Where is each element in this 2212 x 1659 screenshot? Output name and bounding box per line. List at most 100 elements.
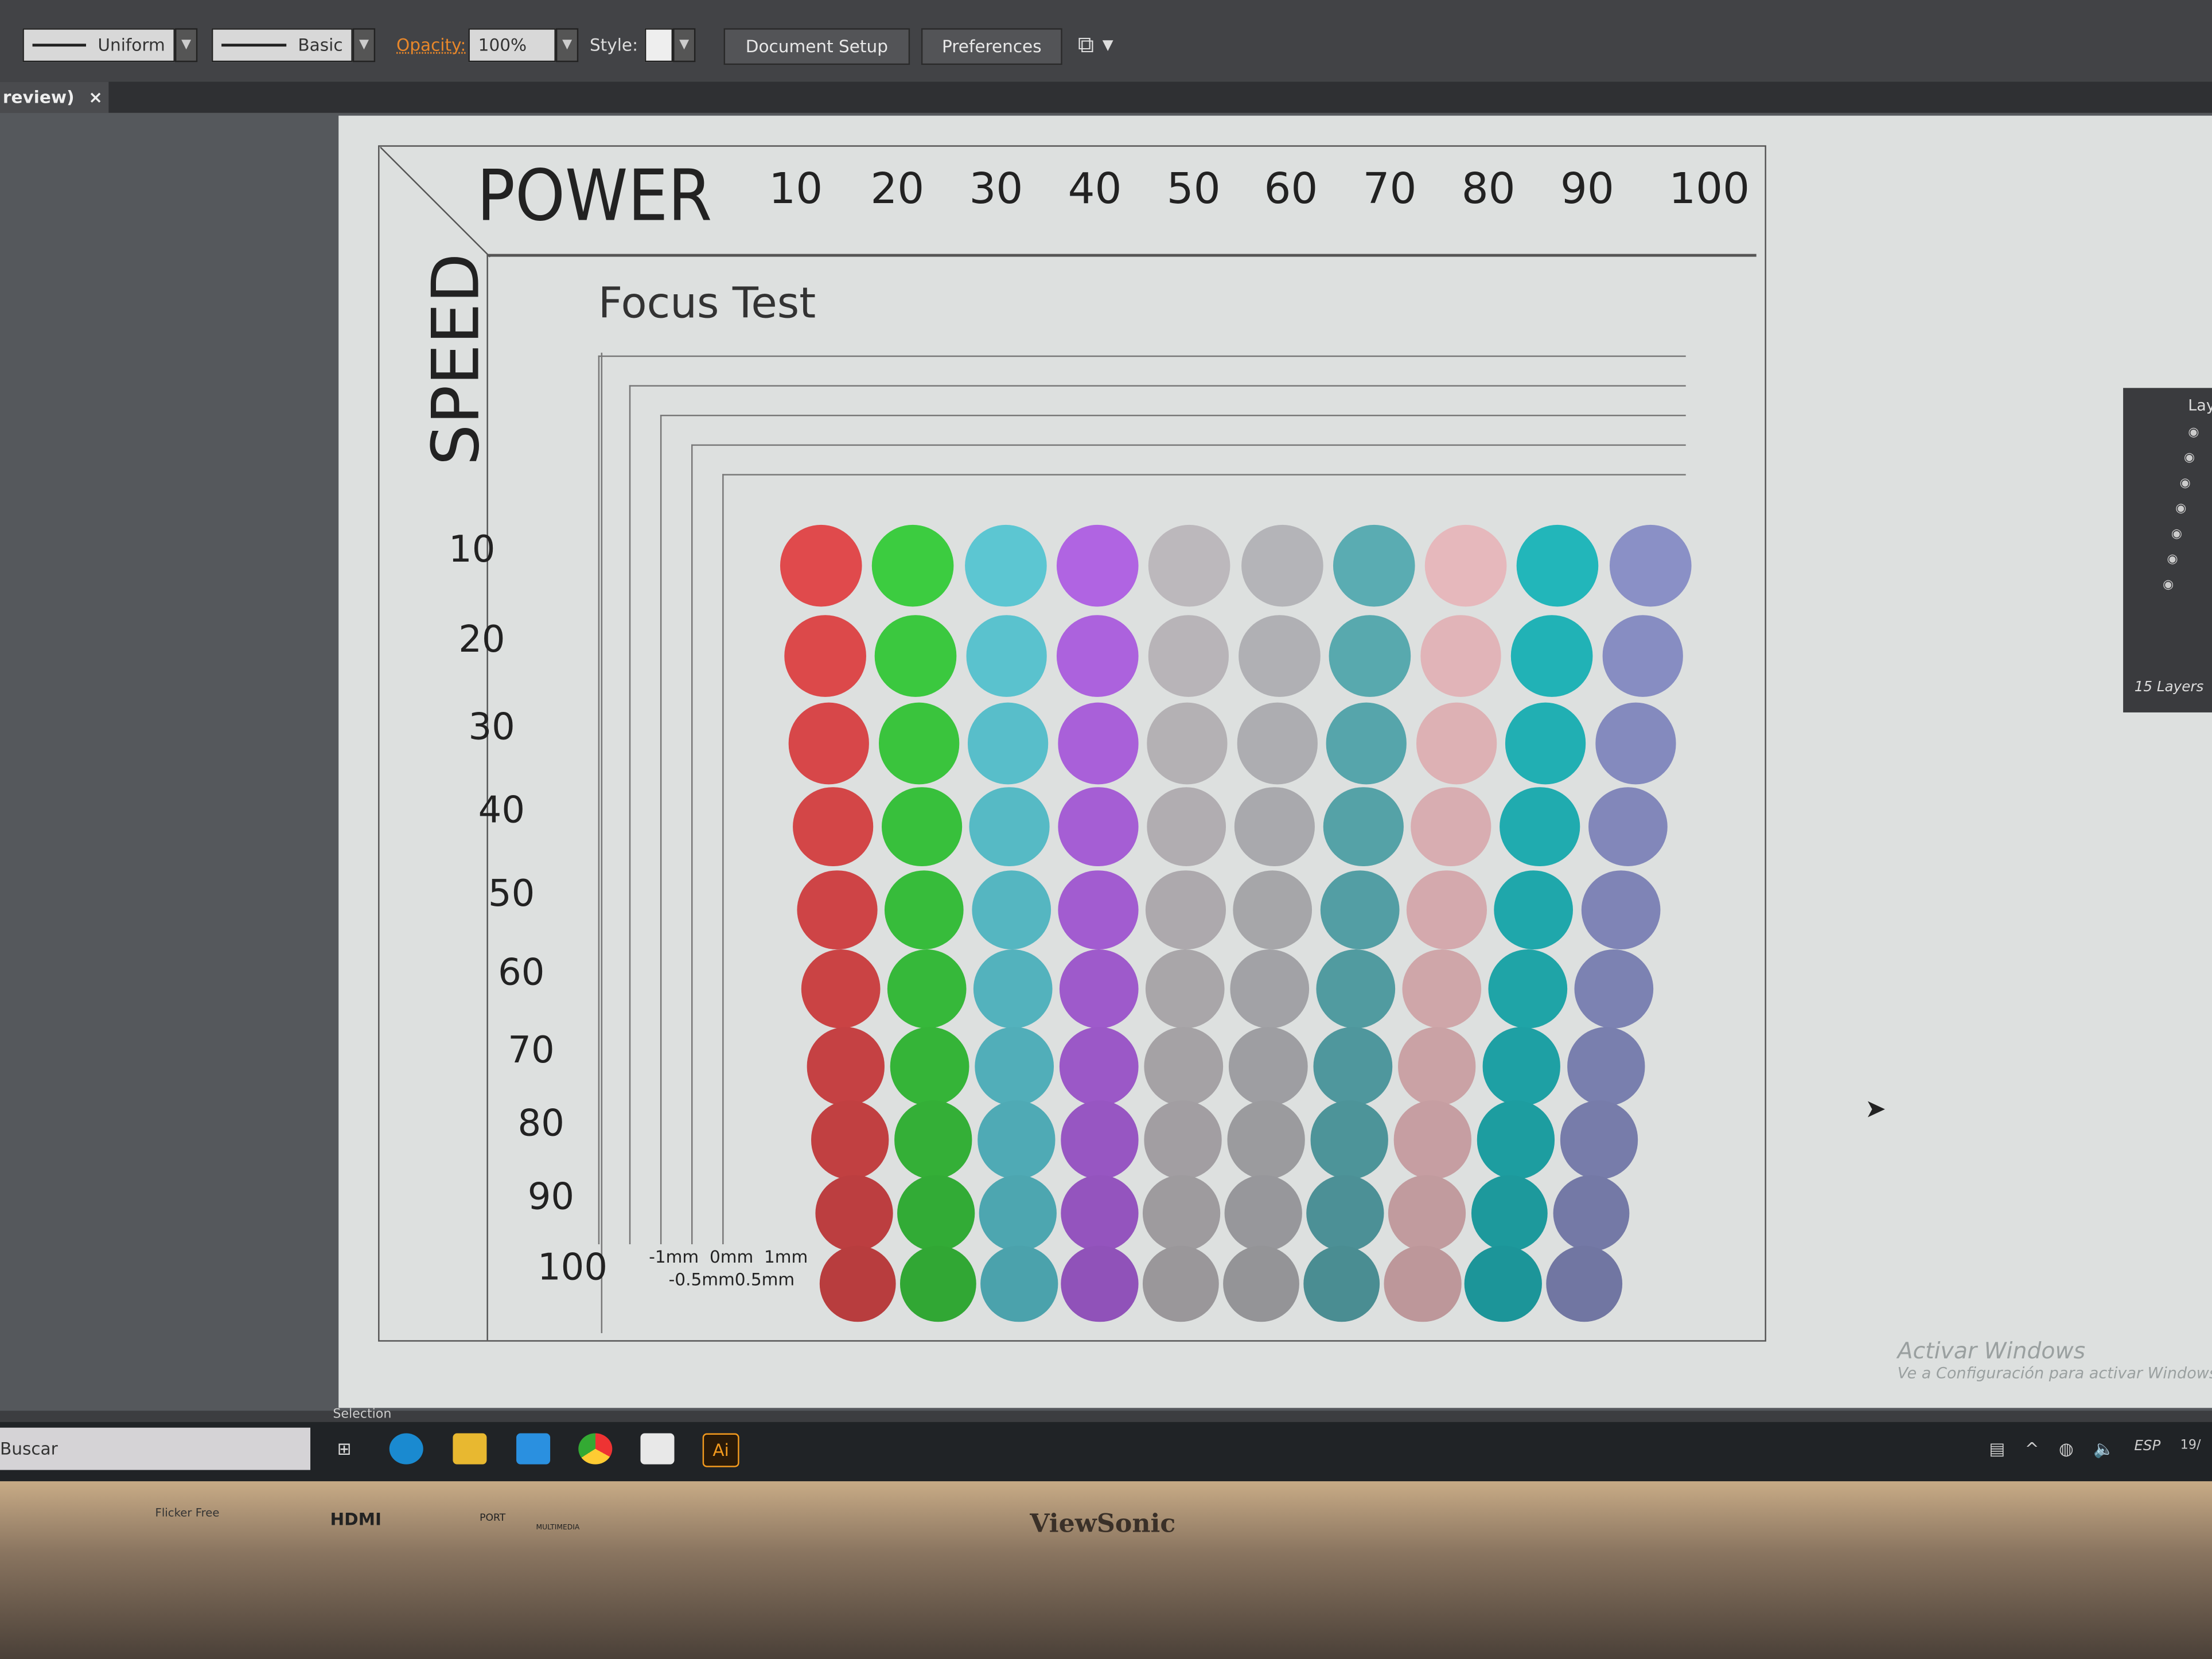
network-icon[interactable]: ◍ (2059, 1439, 2074, 1458)
illustrator-icon[interactable]: Ai (702, 1433, 739, 1467)
test-circle (1229, 1027, 1307, 1106)
stroke-profile-value: Uniform (98, 35, 165, 55)
speed-value: 90 (527, 1176, 575, 1219)
test-circle (968, 703, 1049, 784)
test-circle (1061, 1174, 1139, 1252)
test-circle (975, 1027, 1054, 1106)
layers-panel: Lay ◉ ◉ ◉ ◉ ◉ ◉ ◉ 15 Layers (2123, 388, 2212, 712)
close-icon[interactable]: × (88, 87, 103, 107)
file-explorer-icon[interactable] (453, 1433, 487, 1465)
chrome-icon[interactable] (578, 1433, 613, 1465)
test-circle (1313, 1027, 1392, 1106)
chevron-down-icon[interactable]: ▼ (352, 28, 376, 63)
store-icon[interactable] (640, 1433, 675, 1465)
style-select[interactable]: ▼ (644, 28, 696, 63)
test-circle (1567, 1027, 1645, 1106)
chevron-down-icon[interactable]: ▼ (673, 28, 696, 63)
chevron-up-icon[interactable]: ^ (2025, 1439, 2039, 1458)
test-circle (887, 949, 967, 1029)
test-circle (815, 1174, 893, 1252)
status-tool: Selection (333, 1408, 392, 1422)
test-circle (1056, 524, 1139, 607)
test-circle (1147, 703, 1228, 784)
focus-labels-top: -1mm 0mm 1mm (649, 1247, 808, 1267)
test-circle (872, 524, 955, 607)
test-circle (1060, 1027, 1139, 1106)
task-view-icon[interactable]: ⊞ (328, 1434, 361, 1465)
eye-icon[interactable]: ◉ (2179, 477, 2212, 491)
test-circle (1329, 615, 1411, 697)
header-divider (486, 254, 1757, 256)
stroke-profile-select[interactable]: Uniform ▼ (22, 28, 198, 63)
opacity-input[interactable]: 100% ▼ (468, 28, 579, 63)
news-icon[interactable]: ▤ (1989, 1439, 2005, 1458)
test-circle (969, 786, 1050, 867)
eye-icon[interactable]: ◉ (2163, 578, 2212, 593)
chevron-down-icon[interactable]: ▼ (174, 28, 198, 63)
test-circle (1319, 870, 1400, 950)
search-placeholder: Buscar (0, 1439, 58, 1459)
test-circle (980, 1245, 1058, 1322)
test-circle (819, 1245, 897, 1322)
focus-line (598, 355, 600, 1245)
test-circle (806, 1027, 885, 1106)
language-indicator[interactable]: ESP (2134, 1439, 2160, 1458)
search-box[interactable]: Buscar (0, 1427, 311, 1470)
style-label: Style: (589, 35, 638, 55)
speed-value: 70 (508, 1030, 555, 1072)
test-circle (784, 615, 866, 697)
test-circle (1143, 1101, 1222, 1179)
test-circle (793, 786, 874, 867)
brush-select[interactable]: Basic ▼ (211, 28, 376, 63)
layers-tab[interactable]: Lay (2123, 388, 2212, 415)
eye-icon[interactable]: ◉ (2188, 426, 2212, 441)
clock[interactable]: 19/ (2180, 1439, 2201, 1458)
test-circle (897, 1174, 975, 1252)
test-circle (1384, 1245, 1461, 1322)
eye-icon[interactable]: ◉ (2171, 528, 2212, 542)
test-circle (1505, 703, 1587, 784)
test-circle (1306, 1174, 1384, 1252)
focus-label: -1mm (649, 1247, 699, 1267)
eye-icon[interactable]: ◉ (2167, 553, 2212, 567)
focus-line (722, 474, 724, 1245)
power-value: 40 (1068, 165, 1122, 215)
test-circle (1517, 524, 1599, 607)
test-circle (966, 615, 1047, 697)
edge-icon[interactable] (389, 1433, 423, 1465)
test-circle (1609, 524, 1691, 607)
eye-icon[interactable]: ◉ (2175, 502, 2212, 516)
multimedia-logo: MULTIMEDIA (536, 1523, 580, 1532)
mouse-cursor-icon: ➤ (1865, 1095, 1887, 1124)
test-circle (1057, 703, 1139, 784)
test-circle (1058, 786, 1139, 867)
test-circle (977, 1101, 1055, 1179)
opacity-value[interactable]: 100% (468, 28, 556, 63)
speed-value: 50 (488, 873, 535, 916)
power-value: 90 (1560, 165, 1614, 215)
document-setup-button[interactable]: Document Setup (723, 28, 910, 65)
test-circle (1240, 524, 1323, 607)
system-tray: ▤ ^ ◍ 🔈 ESP 19/ (1989, 1439, 2201, 1458)
power-value: 80 (1461, 165, 1516, 215)
chevron-down-icon[interactable]: ▼ (555, 28, 579, 63)
watermark-title: Activar Windows (1897, 1337, 2086, 1365)
focus-line (660, 415, 662, 1245)
test-circle (971, 870, 1052, 950)
focus-label: 1mm (764, 1247, 808, 1267)
focus-line (629, 385, 1686, 387)
volume-icon[interactable]: 🔈 (2093, 1439, 2114, 1458)
arrange-icon[interactable]: ⧉ ▼ (1078, 28, 1113, 62)
test-circle (1333, 524, 1415, 607)
test-circle (1425, 524, 1507, 607)
flicker-free-logo: Flicker Free (155, 1506, 220, 1520)
opacity-label[interactable]: Opacity: (396, 28, 466, 62)
test-circle (789, 703, 870, 784)
eye-icon[interactable]: ◉ (2184, 451, 2212, 466)
test-circle (1144, 1027, 1223, 1106)
speed-value: 80 (517, 1103, 564, 1146)
document-tab[interactable]: review) × (0, 81, 109, 113)
preferences-button[interactable]: Preferences (921, 28, 1062, 65)
mail-icon[interactable] (516, 1433, 551, 1465)
test-circle (1317, 949, 1396, 1029)
